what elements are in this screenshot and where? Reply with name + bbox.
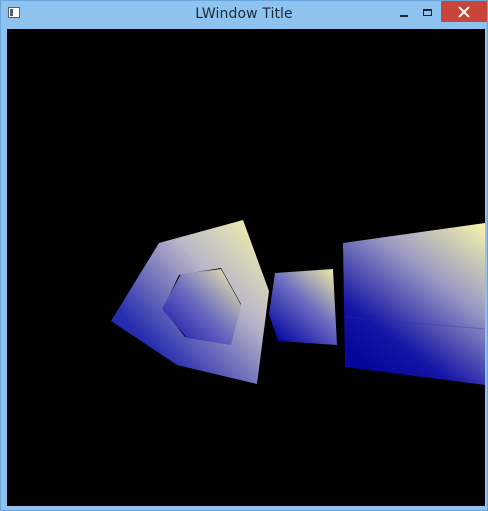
maximize-button[interactable]	[415, 2, 439, 22]
close-icon	[458, 6, 470, 18]
title-bar[interactable]: LWindow Title	[1, 1, 487, 28]
minimize-button[interactable]	[393, 2, 415, 22]
close-button[interactable]	[441, 1, 487, 22]
large-prism	[343, 223, 485, 385]
maximize-icon	[422, 8, 432, 16]
app-window: LWindow Title	[0, 0, 488, 511]
middle-block	[269, 269, 337, 345]
scene-graphics	[111, 220, 485, 385]
minimize-icon	[400, 14, 408, 17]
render-viewport[interactable]	[7, 29, 485, 506]
